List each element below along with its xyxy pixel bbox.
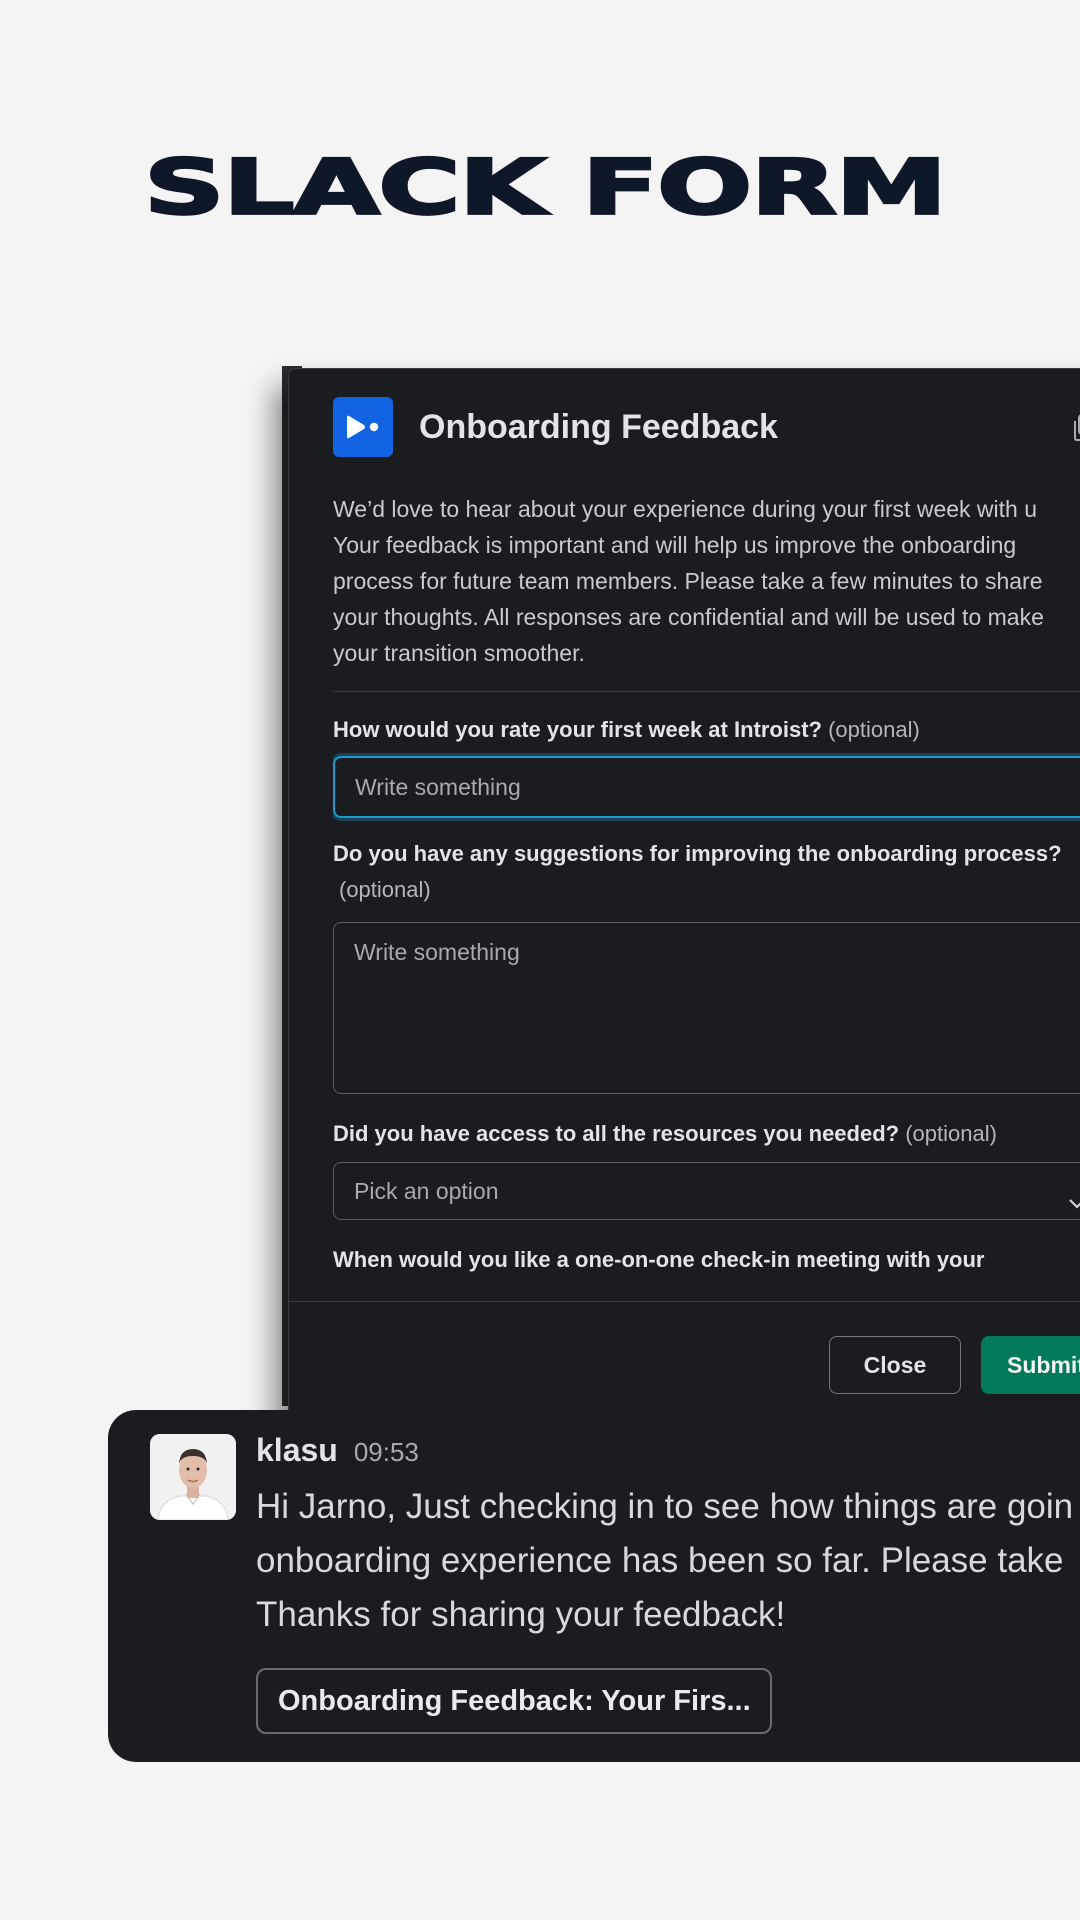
copy-icon[interactable] [1069,411,1080,445]
optional-tag: (optional) [905,1121,997,1146]
message-header: klasu 09:53 [256,1432,419,1469]
question-text: When would you like a one-on-one check-i… [333,1247,985,1272]
intro-text: We’d love to hear about your experience … [333,496,1044,666]
question-text: Do you have any suggestions for improvin… [333,841,1062,866]
sender-name[interactable]: klasu [256,1432,338,1469]
question-label-suggestions: Do you have any suggestions for improvin… [333,836,1080,908]
suggestions-placeholder: Write something [354,939,520,965]
question-label-rating: How would you rate your first week at In… [333,712,1080,748]
app-logo-icon [333,397,393,457]
optional-tag: (optional) [828,717,920,742]
close-button[interactable]: Close [829,1336,961,1394]
question-label-resources: Did you have access to all the resources… [333,1116,1080,1152]
avatar[interactable] [150,1434,236,1520]
optional-tag: (optional) [339,877,431,902]
divider [333,691,1080,692]
question-text: Did you have access to all the resources… [333,1121,900,1146]
open-form-button[interactable]: Onboarding Feedback: Your Firs... [256,1668,772,1734]
page: SLACK FORM Onboarding Feedback We’d love… [0,0,1080,1920]
rating-input-placeholder: Write something [355,773,521,800]
message-time[interactable]: 09:53 [354,1437,419,1468]
suggestions-textarea[interactable]: Write something [333,922,1080,1094]
submit-button[interactable]: Submit [981,1336,1080,1394]
modal-header: Onboarding Feedback [333,397,1080,457]
question-label-checkin: When would you like a one-on-one check-i… [333,1242,1080,1278]
modal-title: Onboarding Feedback [419,407,778,446]
question-text: How would you rate your first week at In… [333,717,822,742]
modal-body[interactable]: We’d love to hear about your experience … [333,491,1080,1291]
chevron-down-icon[interactable] [1068,1196,1080,1212]
slack-message: klasu 09:53 Hi Jarno, Just checking in t… [108,1410,1080,1762]
feedback-modal: Onboarding Feedback We’d love to hear ab… [288,368,1080,1430]
resources-select[interactable]: Pick an option [333,1162,1080,1220]
rating-input[interactable]: Write something [333,756,1080,818]
page-headline: SLACK FORM [142,143,949,232]
message-text: Hi Jarno, Just checking in to see how th… [256,1487,1074,1634]
resources-select-placeholder: Pick an option [354,1177,499,1204]
